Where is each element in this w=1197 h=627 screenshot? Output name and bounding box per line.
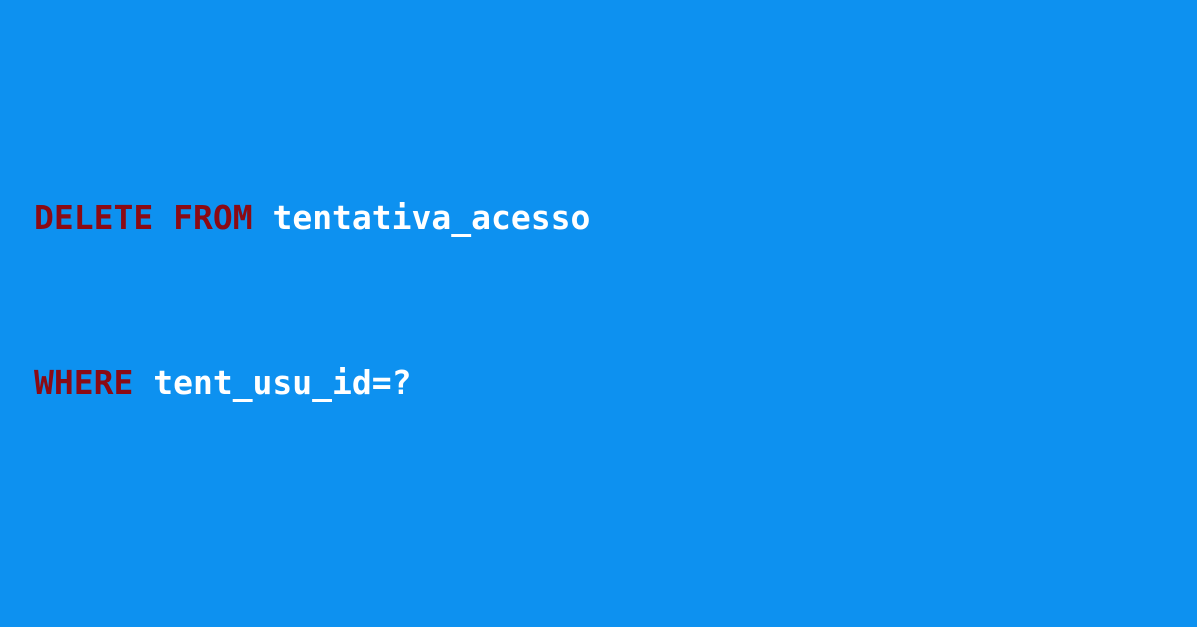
where-condition: tent_usu_id=?	[153, 363, 412, 402]
sql-keyword-where: WHERE	[34, 363, 134, 402]
sql-code-block: DELETE FROM tentativa_acesso WHERE tent_…	[34, 80, 590, 465]
code-line-1: DELETE FROM tentativa_acesso	[34, 190, 590, 245]
table-name: tentativa_acesso	[272, 198, 591, 237]
code-line-2: WHERE tent_usu_id=?	[34, 355, 590, 410]
sql-keyword-delete: DELETE	[34, 198, 154, 237]
sql-keyword-from: FROM	[173, 198, 253, 237]
